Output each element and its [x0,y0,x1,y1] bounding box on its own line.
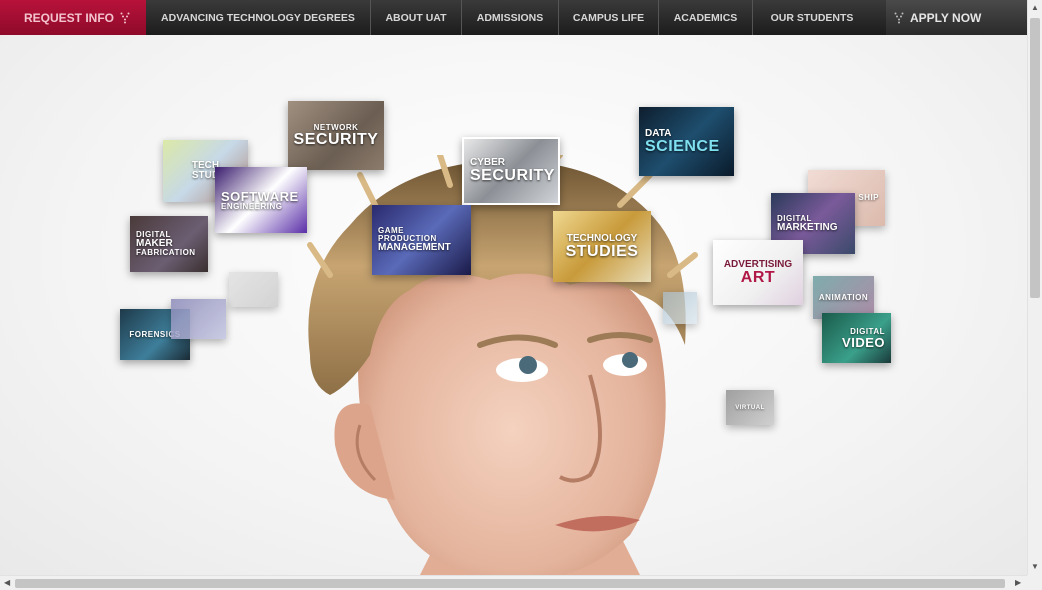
nav-our-students[interactable]: OUR STUDENTS [753,0,871,35]
tile-text: VIRTUAL [735,404,765,411]
apply-now-button[interactable]: APPLY NOW [886,0,1027,35]
tile-text: ADVERTISING [723,258,793,270]
tile-game-production-management[interactable]: GAME PRODUCTION MANAGEMENT [372,205,471,275]
top-navigation-bar: REQUEST INFO ADVANCING TECHNOLOGY DEGREE… [0,0,1027,35]
tile-software-engineering[interactable]: SOFTWARE ENGINEERING [215,167,307,233]
nav-about-uat[interactable]: ABOUT UAT [371,0,462,35]
request-info-label: REQUEST INFO [23,10,114,25]
tile-text: MARKETING [777,221,838,233]
apply-arrow-icon [894,12,904,23]
horizontal-scrollbar[interactable]: ◀ ▶ [0,575,1027,590]
request-info-button[interactable]: REQUEST INFO [0,0,146,35]
tile-faded-program-2[interactable] [171,299,226,339]
tile-text: FABRICATION [136,248,196,257]
tile-data-science[interactable]: DATA SCIENCE [639,107,734,176]
tile-text: ENGINEERING [221,201,283,211]
nav-item-label: ABOUT UAT [385,11,447,24]
tile-text: ANIMATION [818,292,869,302]
tile-virtual[interactable]: VIRTUAL [726,390,774,425]
tile-text: STUDIES [565,242,639,260]
apply-now-label: APPLY NOW [910,10,982,25]
horizontal-scroll-thumb[interactable] [15,579,1005,588]
hero-banner: NETWORK SECURITY TECH STUD SOFTWARE ENGI… [0,35,1027,575]
tile-digital-maker-fabrication[interactable]: DIGITAL MAKER FABRICATION [130,216,208,272]
vertical-scroll-thumb[interactable] [1030,18,1040,298]
tile-text: SCIENCE [645,137,720,155]
tile-digital-video[interactable]: DIGITAL VIDEO [822,313,891,363]
nav-item-label: OUR STUDENTS [770,11,854,24]
vertical-scrollbar[interactable]: ▲ ▼ [1027,0,1042,575]
tile-faded-program[interactable] [229,272,278,307]
nav-item-label: CAMPUS LIFE [572,11,645,24]
nav-item-label: ADVANCING TECHNOLOGY DEGREES [161,11,355,24]
nav-campus-life[interactable]: CAMPUS LIFE [559,0,659,35]
tile-text: VIDEO [842,334,885,350]
nav-advancing-technology-degrees[interactable]: ADVANCING TECHNOLOGY DEGREES [146,0,371,35]
tile-text: SOFTWARE [221,188,299,204]
tile-faded-program-3[interactable] [663,292,697,324]
tile-cyber-security[interactable]: CYBER SECURITY [462,137,560,205]
tile-text: SECURITY [470,167,555,184]
tile-text: SECURITY [293,130,379,148]
scroll-up-icon[interactable]: ▲ [1031,3,1039,12]
tile-network-security[interactable]: NETWORK SECURITY [288,101,384,170]
tile-text: TECHNOLOGY [566,232,638,244]
tile-text: DATA [645,127,672,139]
scroll-right-icon[interactable]: ▶ [1015,578,1021,587]
tile-technology-studies[interactable]: TECHNOLOGY STUDIES [553,211,651,282]
nav-item-label: ADMISSIONS [476,11,544,24]
scroll-left-icon[interactable]: ◀ [4,578,10,587]
scrollbar-corner [1027,575,1042,590]
scroll-down-icon[interactable]: ▼ [1031,562,1039,571]
nav-admissions[interactable]: ADMISSIONS [462,0,559,35]
nav-academics[interactable]: ACADEMICS [659,0,753,35]
request-arrow-icon [120,12,130,23]
tile-advertising-art[interactable]: ADVERTISING ART [713,240,803,305]
nav-item-label: ACADEMICS [673,11,738,24]
tile-text: MANAGEMENT [378,242,451,253]
tile-text: SHIP [858,193,879,202]
tile-text: ART [740,268,776,286]
